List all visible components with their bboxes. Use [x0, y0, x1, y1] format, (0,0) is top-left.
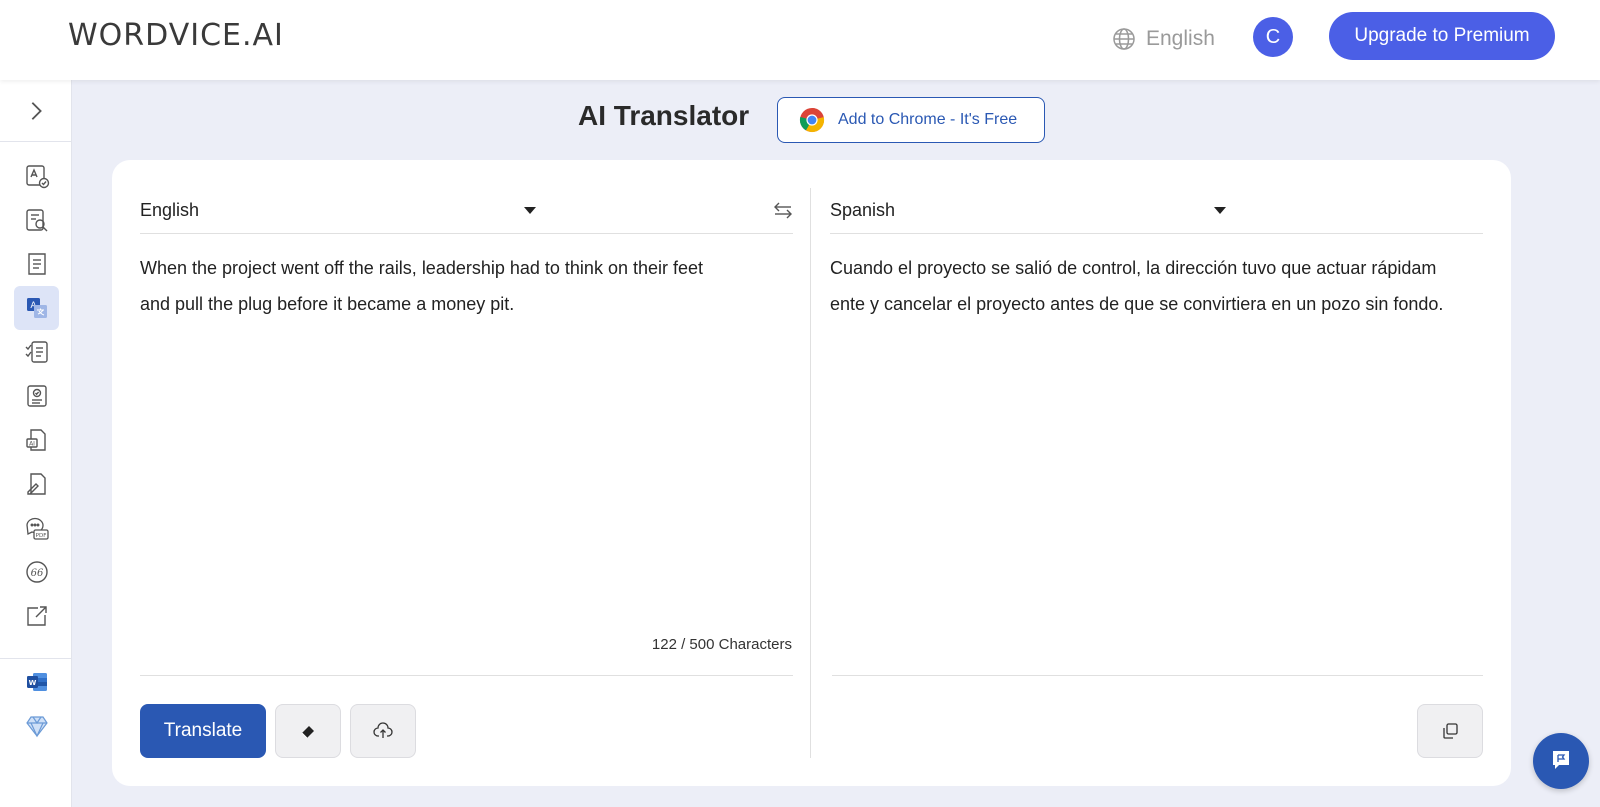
wordvice-logo[interactable]: WORDVICE.AI [68, 18, 284, 53]
upgrade-premium-button[interactable]: Upgrade to Premium [1329, 12, 1555, 60]
sidebar-item-translator[interactable]: A [14, 286, 59, 330]
translated-text-line: Cuando el proyecto se salió de control, … [830, 258, 1437, 278]
ai-detector-icon [25, 209, 47, 232]
svg-text:PDF: PDF [35, 533, 46, 539]
sidebar-divider [0, 658, 72, 659]
citation-icon: 66 [25, 561, 48, 583]
add-to-chrome-label: Add to Chrome - It's Free [838, 111, 1018, 128]
sidebar-item-external-link[interactable] [14, 594, 59, 638]
target-header-divider [830, 233, 1483, 234]
chevron-right-icon [31, 101, 42, 120]
sidebar-item-citation[interactable]: 66 [14, 550, 59, 594]
upload-file-button[interactable] [350, 704, 416, 758]
feedback-button[interactable] [1533, 733, 1589, 789]
sidebar-item-ai-detector[interactable] [14, 198, 59, 242]
translator-icon: A [26, 298, 47, 318]
source-language-label: English [140, 199, 200, 220]
source-footer-divider [140, 675, 793, 676]
target-language-select[interactable]: Spanish [830, 188, 1226, 232]
sidebar: A AI PDF 66 W [0, 80, 72, 807]
clear-text-button[interactable] [275, 704, 341, 758]
caret-down-icon [524, 207, 536, 214]
page-title: AI Translator [578, 100, 750, 131]
translated-text-line: ente y cancelar el proyecto antes de que… [830, 294, 1444, 314]
sidebar-item-ai-writer[interactable]: AI [14, 418, 59, 462]
copy-translation-button[interactable] [1417, 704, 1483, 758]
sidebar-item-summarizer[interactable] [14, 242, 59, 286]
site-language-label: English [1146, 27, 1215, 50]
ai-writer-icon: AI [25, 429, 46, 451]
site-language-switch[interactable]: English [1112, 22, 1215, 56]
translated-text-output: Cuando el proyecto se salió de control, … [830, 250, 1490, 322]
word-addin-icon: W [26, 673, 47, 691]
sidebar-item-paraphraser[interactable] [14, 330, 59, 374]
premium-diamond-icon [25, 716, 48, 738]
globe-icon [1113, 28, 1135, 50]
sidebar-item-premium[interactable] [14, 704, 59, 748]
chrome-icon [799, 107, 825, 133]
pdf-chat-icon: PDF [25, 517, 49, 540]
sidebar-item-proofreader[interactable] [14, 374, 59, 418]
source-header-divider [140, 233, 793, 234]
user-avatar[interactable]: C [1253, 17, 1293, 57]
source-text-line: When the project went off the rails, lea… [140, 258, 704, 278]
add-to-chrome-button[interactable]: Add to Chrome - It's Free [777, 97, 1045, 143]
editor-icon [26, 473, 46, 495]
target-language-label: Spanish [830, 199, 896, 220]
sidebar-item-word-addin[interactable]: W [14, 660, 59, 704]
svg-text:AI: AI [29, 441, 35, 448]
sidebar-item-editor[interactable] [14, 462, 59, 506]
character-count: 122 / 500 Characters [651, 636, 792, 653]
cloud-upload-icon [373, 722, 393, 738]
source-text-line: and pull the plug before it became a mon… [140, 294, 515, 314]
sidebar-item-grammar-check[interactable] [14, 154, 59, 198]
paraphraser-icon [25, 341, 48, 363]
eraser-icon [301, 726, 314, 739]
sidebar-expand-toggle[interactable] [0, 80, 72, 142]
top-header: WORDVICE.AI English C Upgrade to Premium [0, 0, 1600, 80]
svg-text:66: 66 [30, 568, 43, 579]
flag-icon [1553, 751, 1569, 769]
swap-languages-icon[interactable] [772, 200, 794, 220]
summarizer-icon [27, 253, 46, 275]
source-text-input[interactable]: When the project went off the rails, lea… [140, 250, 800, 322]
translator-card: English When the project went off the ra… [112, 160, 1511, 786]
caret-down-icon [1214, 207, 1226, 214]
source-language-select[interactable]: English [140, 188, 536, 232]
svg-text:W: W [28, 679, 36, 687]
translate-button[interactable]: Translate [140, 704, 266, 758]
grammar-check-icon [25, 165, 49, 189]
external-link-icon [26, 606, 47, 626]
sidebar-item-pdf-chat[interactable]: PDF [14, 506, 59, 550]
pane-divider [810, 188, 811, 758]
copy-icon [1443, 723, 1458, 739]
target-footer-divider [832, 675, 1483, 676]
proofreader-icon [26, 385, 47, 407]
